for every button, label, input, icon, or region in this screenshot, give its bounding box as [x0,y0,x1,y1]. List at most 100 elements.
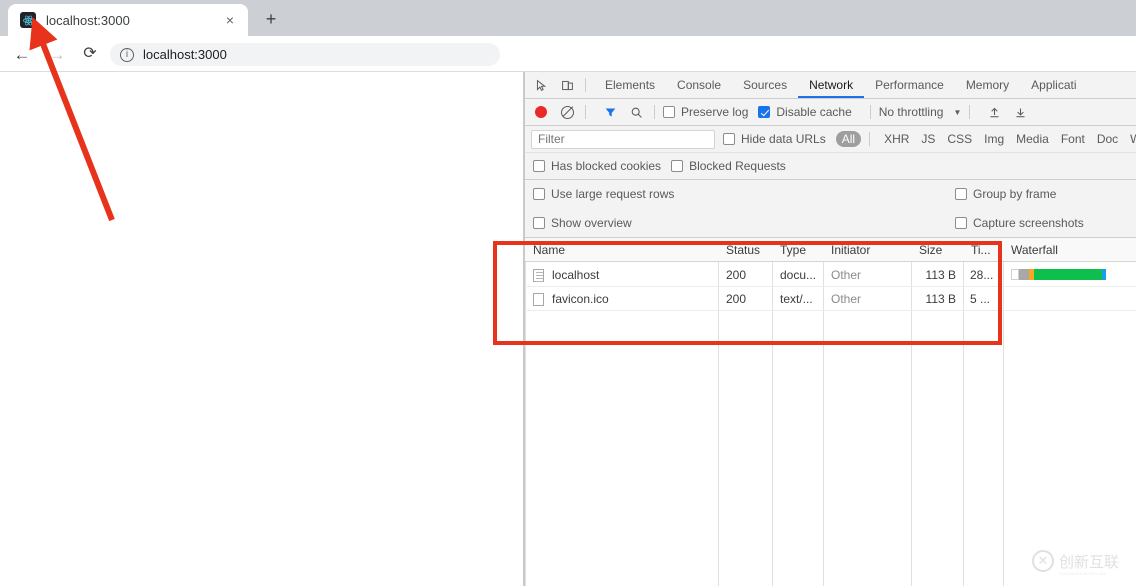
device-toolbar-icon[interactable] [557,75,577,95]
new-tab-icon[interactable]: + [260,8,282,30]
type-filter-ws[interactable]: WS [1124,131,1136,147]
tab-memory[interactable]: Memory [955,72,1020,98]
table-row[interactable]: favicon.ico 200 text/... Other 113 B 5 .… [525,287,1136,311]
show-overview-label: Show overview [551,216,632,230]
type-filter-img[interactable]: Img [978,131,1010,147]
column-header-type[interactable]: Type [772,238,823,262]
column-header-initiator[interactable]: Initiator [823,238,911,262]
column-header-waterfall[interactable]: Waterfall [1003,238,1136,262]
capture-screenshots-label: Capture screenshots [973,216,1084,230]
network-toolbar: Preserve log Disable cache No throttling… [525,99,1136,126]
blank-file-icon [533,293,544,306]
request-name-cell[interactable]: favicon.ico [525,287,718,311]
devtools-panel: Elements Console Sources Network Perform… [525,72,1136,586]
show-overview-checkbox[interactable] [533,217,545,229]
has-blocked-cookies-label: Has blocked cookies [551,159,661,173]
setting-show-overview[interactable]: Show overview [533,213,642,233]
tab-sources[interactable]: Sources [732,72,798,98]
document-icon [533,269,544,282]
request-initiator-cell: Other [823,263,911,287]
request-size-cell: 113 B [911,287,963,311]
group-by-frame-label: Group by frame [973,187,1056,201]
watermark-text: 创新互联 [1059,551,1119,572]
network-filter-bar: Hide data URLs All XHR JS CSS Img Media … [525,126,1136,153]
setting-group-by-frame[interactable]: Group by frame [955,184,1066,204]
column-header-size[interactable]: Size [911,238,963,262]
type-filter-doc[interactable]: Doc [1091,131,1124,147]
toolbar-divider [585,105,586,119]
column-header-name[interactable]: Name [525,238,718,262]
hide-data-urls-label: Hide data URLs [741,132,826,146]
site-info-icon[interactable]: i [120,48,134,62]
column-header-status[interactable]: Status [718,238,772,262]
devtools-tab-bar: Elements Console Sources Network Perform… [525,72,1136,99]
hide-data-urls-checkbox[interactable] [723,133,735,145]
setting-use-large-request-rows[interactable]: Use large request rows [533,184,684,204]
chevron-down-icon[interactable]: ▼ [953,108,961,117]
search-icon[interactable] [626,102,646,122]
type-filter-all[interactable]: All [836,131,861,147]
toolbar-divider [654,105,655,119]
request-name-label: favicon.ico [552,287,609,311]
toolbar-divider [585,78,586,92]
request-time-cell: 5 ... [963,287,1003,311]
react-logo-icon [20,12,36,28]
column-header-time[interactable]: Ti... [963,238,1003,262]
forward-icon[interactable]: → [47,44,67,64]
type-filter-js[interactable]: JS [915,131,941,147]
export-har-icon[interactable] [1010,102,1030,122]
network-filter-bar-second: Has blocked cookies Blocked Requests [525,153,1136,180]
request-waterfall-bar [1011,269,1106,280]
throttling-select[interactable]: No throttling [879,105,944,119]
network-settings-pane: Use large request rows Group by frame Sh… [525,180,1136,238]
record-button[interactable] [531,102,551,122]
group-by-frame-checkbox[interactable] [955,188,967,200]
setting-capture-screenshots[interactable]: Capture screenshots [955,213,1094,233]
tab-performance[interactable]: Performance [864,72,955,98]
browser-window: localhost:3000 × + ← → ⟳ i localhost:300… [0,0,1136,586]
back-icon[interactable]: ← [12,44,32,64]
use-large-request-rows-label: Use large request rows [551,187,674,201]
tab-console[interactable]: Console [666,72,732,98]
type-filter-media[interactable]: Media [1010,131,1055,147]
preserve-log-checkbox[interactable] [663,106,675,118]
request-name-label: localhost [552,263,599,287]
disable-cache-label: Disable cache [776,105,851,119]
browser-toolbar: ← → ⟳ i localhost:3000 [0,36,1136,72]
preserve-log-label: Preserve log [681,105,748,119]
address-bar[interactable]: i localhost:3000 [110,43,500,66]
tab-network[interactable]: Network [798,72,864,98]
type-filter-xhr[interactable]: XHR [878,131,915,147]
address-bar-url: localhost:3000 [143,47,227,62]
request-status-cell: 200 [718,287,772,311]
type-filter-font[interactable]: Font [1055,131,1091,147]
tab-strip: localhost:3000 × + [0,0,1136,36]
import-har-icon[interactable] [984,102,1004,122]
request-status-cell: 200 [718,263,772,287]
request-type-cell: docu... [772,263,823,287]
filter-input[interactable] [531,130,715,149]
tab-application[interactable]: Applicati [1020,72,1087,98]
inspect-element-icon[interactable] [531,75,551,95]
tab-elements[interactable]: Elements [594,72,666,98]
disable-cache-checkbox[interactable] [758,106,770,118]
table-header-row: Name Status Type Initiator Size Ti... Wa… [525,238,1136,262]
page-viewport [0,72,523,586]
type-filter-css[interactable]: CSS [941,131,978,147]
request-initiator-cell: Other [823,287,911,311]
clear-button[interactable] [557,102,577,122]
has-blocked-cookies-checkbox[interactable] [533,160,545,172]
close-icon[interactable]: × [222,12,238,28]
reload-icon[interactable]: ⟳ [80,44,100,64]
use-large-request-rows-checkbox[interactable] [533,188,545,200]
tab-title: localhost:3000 [46,13,130,28]
capture-screenshots-checkbox[interactable] [955,217,967,229]
blocked-requests-checkbox[interactable] [671,160,683,172]
network-requests-table: Name Status Type Initiator Size Ti... Wa… [525,238,1136,586]
table-row[interactable]: localhost 200 docu... Other 113 B 28... [525,263,1136,287]
toolbar-divider [869,132,870,146]
watermark-logo-icon: ✕ [1032,550,1054,572]
request-name-cell[interactable]: localhost [525,263,718,287]
browser-tab-localhost[interactable]: localhost:3000 × [8,4,248,36]
filter-funnel-icon[interactable] [600,102,620,122]
